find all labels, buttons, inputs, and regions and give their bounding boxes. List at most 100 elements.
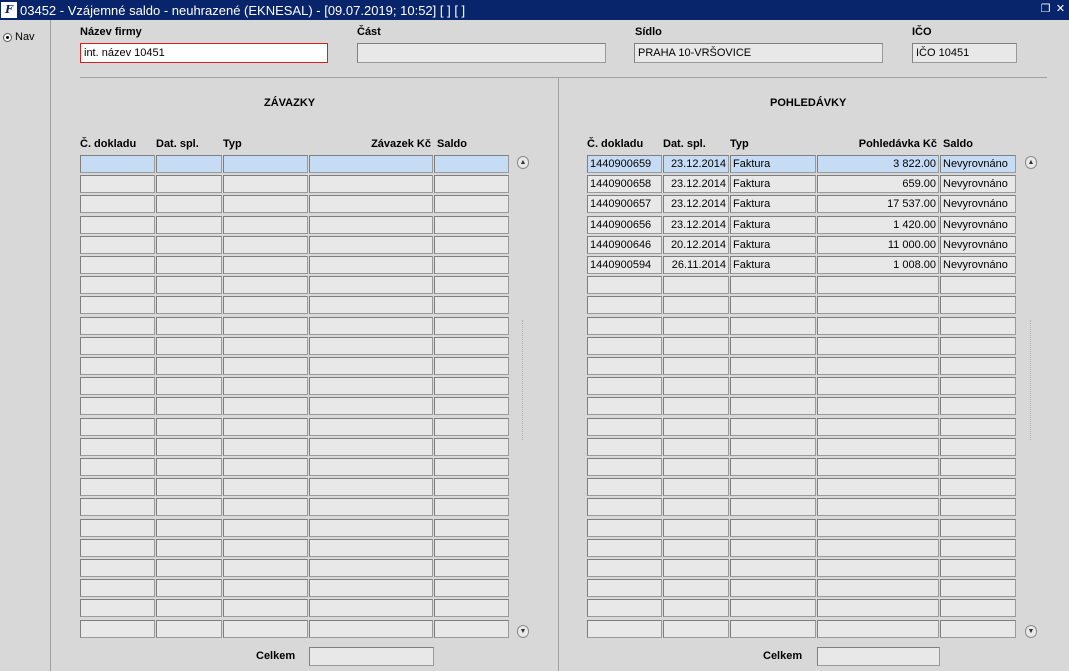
table-cell[interactable] <box>817 337 939 355</box>
table-cell[interactable] <box>817 296 939 314</box>
table-cell[interactable]: Faktura <box>730 195 816 213</box>
table-cell[interactable] <box>434 377 509 395</box>
table-cell[interactable] <box>156 216 222 234</box>
table-cell[interactable] <box>309 498 433 516</box>
table-cell[interactable] <box>730 458 816 476</box>
table-cell[interactable] <box>940 599 1016 617</box>
table-cell[interactable] <box>156 498 222 516</box>
scroll-up-icon[interactable]: ▲ <box>517 156 529 169</box>
table-cell[interactable] <box>587 498 662 516</box>
table-cell[interactable] <box>434 296 509 314</box>
table-cell[interactable] <box>80 559 155 577</box>
table-cell[interactable]: Nevyrovnáno <box>940 175 1016 193</box>
table-cell[interactable]: Nevyrovnáno <box>940 195 1016 213</box>
table-cell[interactable] <box>940 498 1016 516</box>
table-cell[interactable] <box>309 175 433 193</box>
table-cell[interactable] <box>156 458 222 476</box>
table-cell[interactable] <box>434 236 509 254</box>
table-cell[interactable] <box>730 397 816 415</box>
table-cell[interactable] <box>223 236 308 254</box>
table-cell[interactable] <box>587 519 662 537</box>
table-cell[interactable] <box>223 337 308 355</box>
table-cell[interactable] <box>309 236 433 254</box>
table-cell[interactable]: Faktura <box>730 155 816 173</box>
table-cell[interactable] <box>587 296 662 314</box>
table-cell[interactable] <box>663 498 729 516</box>
table-cell[interactable] <box>730 438 816 456</box>
table-cell[interactable] <box>663 438 729 456</box>
table-cell[interactable] <box>156 236 222 254</box>
table-cell[interactable] <box>156 418 222 436</box>
table-cell[interactable] <box>663 478 729 496</box>
table-cell[interactable] <box>223 539 308 557</box>
table-cell[interactable] <box>587 317 662 335</box>
table-cell[interactable] <box>309 539 433 557</box>
table-cell[interactable] <box>223 599 308 617</box>
table-cell[interactable]: Nevyrovnáno <box>940 236 1016 254</box>
table-cell[interactable]: 659.00 <box>817 175 939 193</box>
table-cell[interactable] <box>80 478 155 496</box>
table-cell[interactable] <box>730 559 816 577</box>
table-cell[interactable] <box>434 276 509 294</box>
table-cell[interactable] <box>223 357 308 375</box>
table-cell[interactable] <box>309 620 433 638</box>
table-cell[interactable] <box>223 559 308 577</box>
table-cell[interactable] <box>434 458 509 476</box>
table-cell[interactable] <box>730 317 816 335</box>
table-cell[interactable] <box>817 377 939 395</box>
table-cell[interactable]: 17 537.00 <box>817 195 939 213</box>
table-cell[interactable] <box>730 377 816 395</box>
table-cell[interactable] <box>940 418 1016 436</box>
table-cell[interactable] <box>587 438 662 456</box>
table-cell[interactable]: Faktura <box>730 216 816 234</box>
table-cell[interactable] <box>663 296 729 314</box>
table-cell[interactable] <box>940 579 1016 597</box>
table-cell[interactable]: 3 822.00 <box>817 155 939 173</box>
restore-icon[interactable]: ❐ <box>1039 2 1052 16</box>
table-cell[interactable] <box>663 418 729 436</box>
table-cell[interactable] <box>817 357 939 375</box>
table-cell[interactable] <box>80 519 155 537</box>
table-cell[interactable] <box>663 337 729 355</box>
table-cell[interactable] <box>80 256 155 274</box>
table-cell[interactable] <box>730 357 816 375</box>
table-cell[interactable] <box>156 296 222 314</box>
table-cell[interactable] <box>309 418 433 436</box>
radio-icon[interactable] <box>3 32 12 42</box>
table-cell[interactable] <box>587 377 662 395</box>
table-cell[interactable]: Faktura <box>730 256 816 274</box>
table-cell[interactable] <box>309 195 433 213</box>
nav-radio[interactable]: Nav <box>3 31 35 43</box>
table-cell[interactable] <box>587 559 662 577</box>
table-cell[interactable] <box>156 317 222 335</box>
table-cell[interactable]: 11 000.00 <box>817 236 939 254</box>
table-cell[interactable] <box>156 519 222 537</box>
table-cell[interactable]: 1 008.00 <box>817 256 939 274</box>
table-cell[interactable] <box>817 478 939 496</box>
table-cell[interactable] <box>156 256 222 274</box>
table-cell[interactable] <box>817 579 939 597</box>
scroll-down-icon[interactable]: ▼ <box>517 625 529 638</box>
table-cell[interactable] <box>587 276 662 294</box>
table-cell[interactable] <box>730 579 816 597</box>
table-cell[interactable] <box>223 519 308 537</box>
seat-input[interactable]: PRAHA 10-VRŠOVICE <box>634 43 883 63</box>
table-cell[interactable] <box>156 579 222 597</box>
table-cell[interactable] <box>817 438 939 456</box>
table-cell[interactable] <box>80 418 155 436</box>
table-cell[interactable] <box>587 397 662 415</box>
table-cell[interactable] <box>80 236 155 254</box>
table-cell[interactable] <box>223 620 308 638</box>
table-cell[interactable]: 1440900656 <box>587 216 662 234</box>
table-cell[interactable] <box>223 498 308 516</box>
table-cell[interactable] <box>434 579 509 597</box>
table-cell[interactable] <box>223 458 308 476</box>
table-cell[interactable] <box>434 256 509 274</box>
table-cell[interactable] <box>156 559 222 577</box>
table-cell[interactable] <box>309 458 433 476</box>
table-cell[interactable] <box>80 276 155 294</box>
table-cell[interactable] <box>434 175 509 193</box>
close-icon[interactable]: ✕ <box>1054 2 1067 16</box>
table-cell[interactable] <box>663 539 729 557</box>
table-cell[interactable] <box>309 599 433 617</box>
